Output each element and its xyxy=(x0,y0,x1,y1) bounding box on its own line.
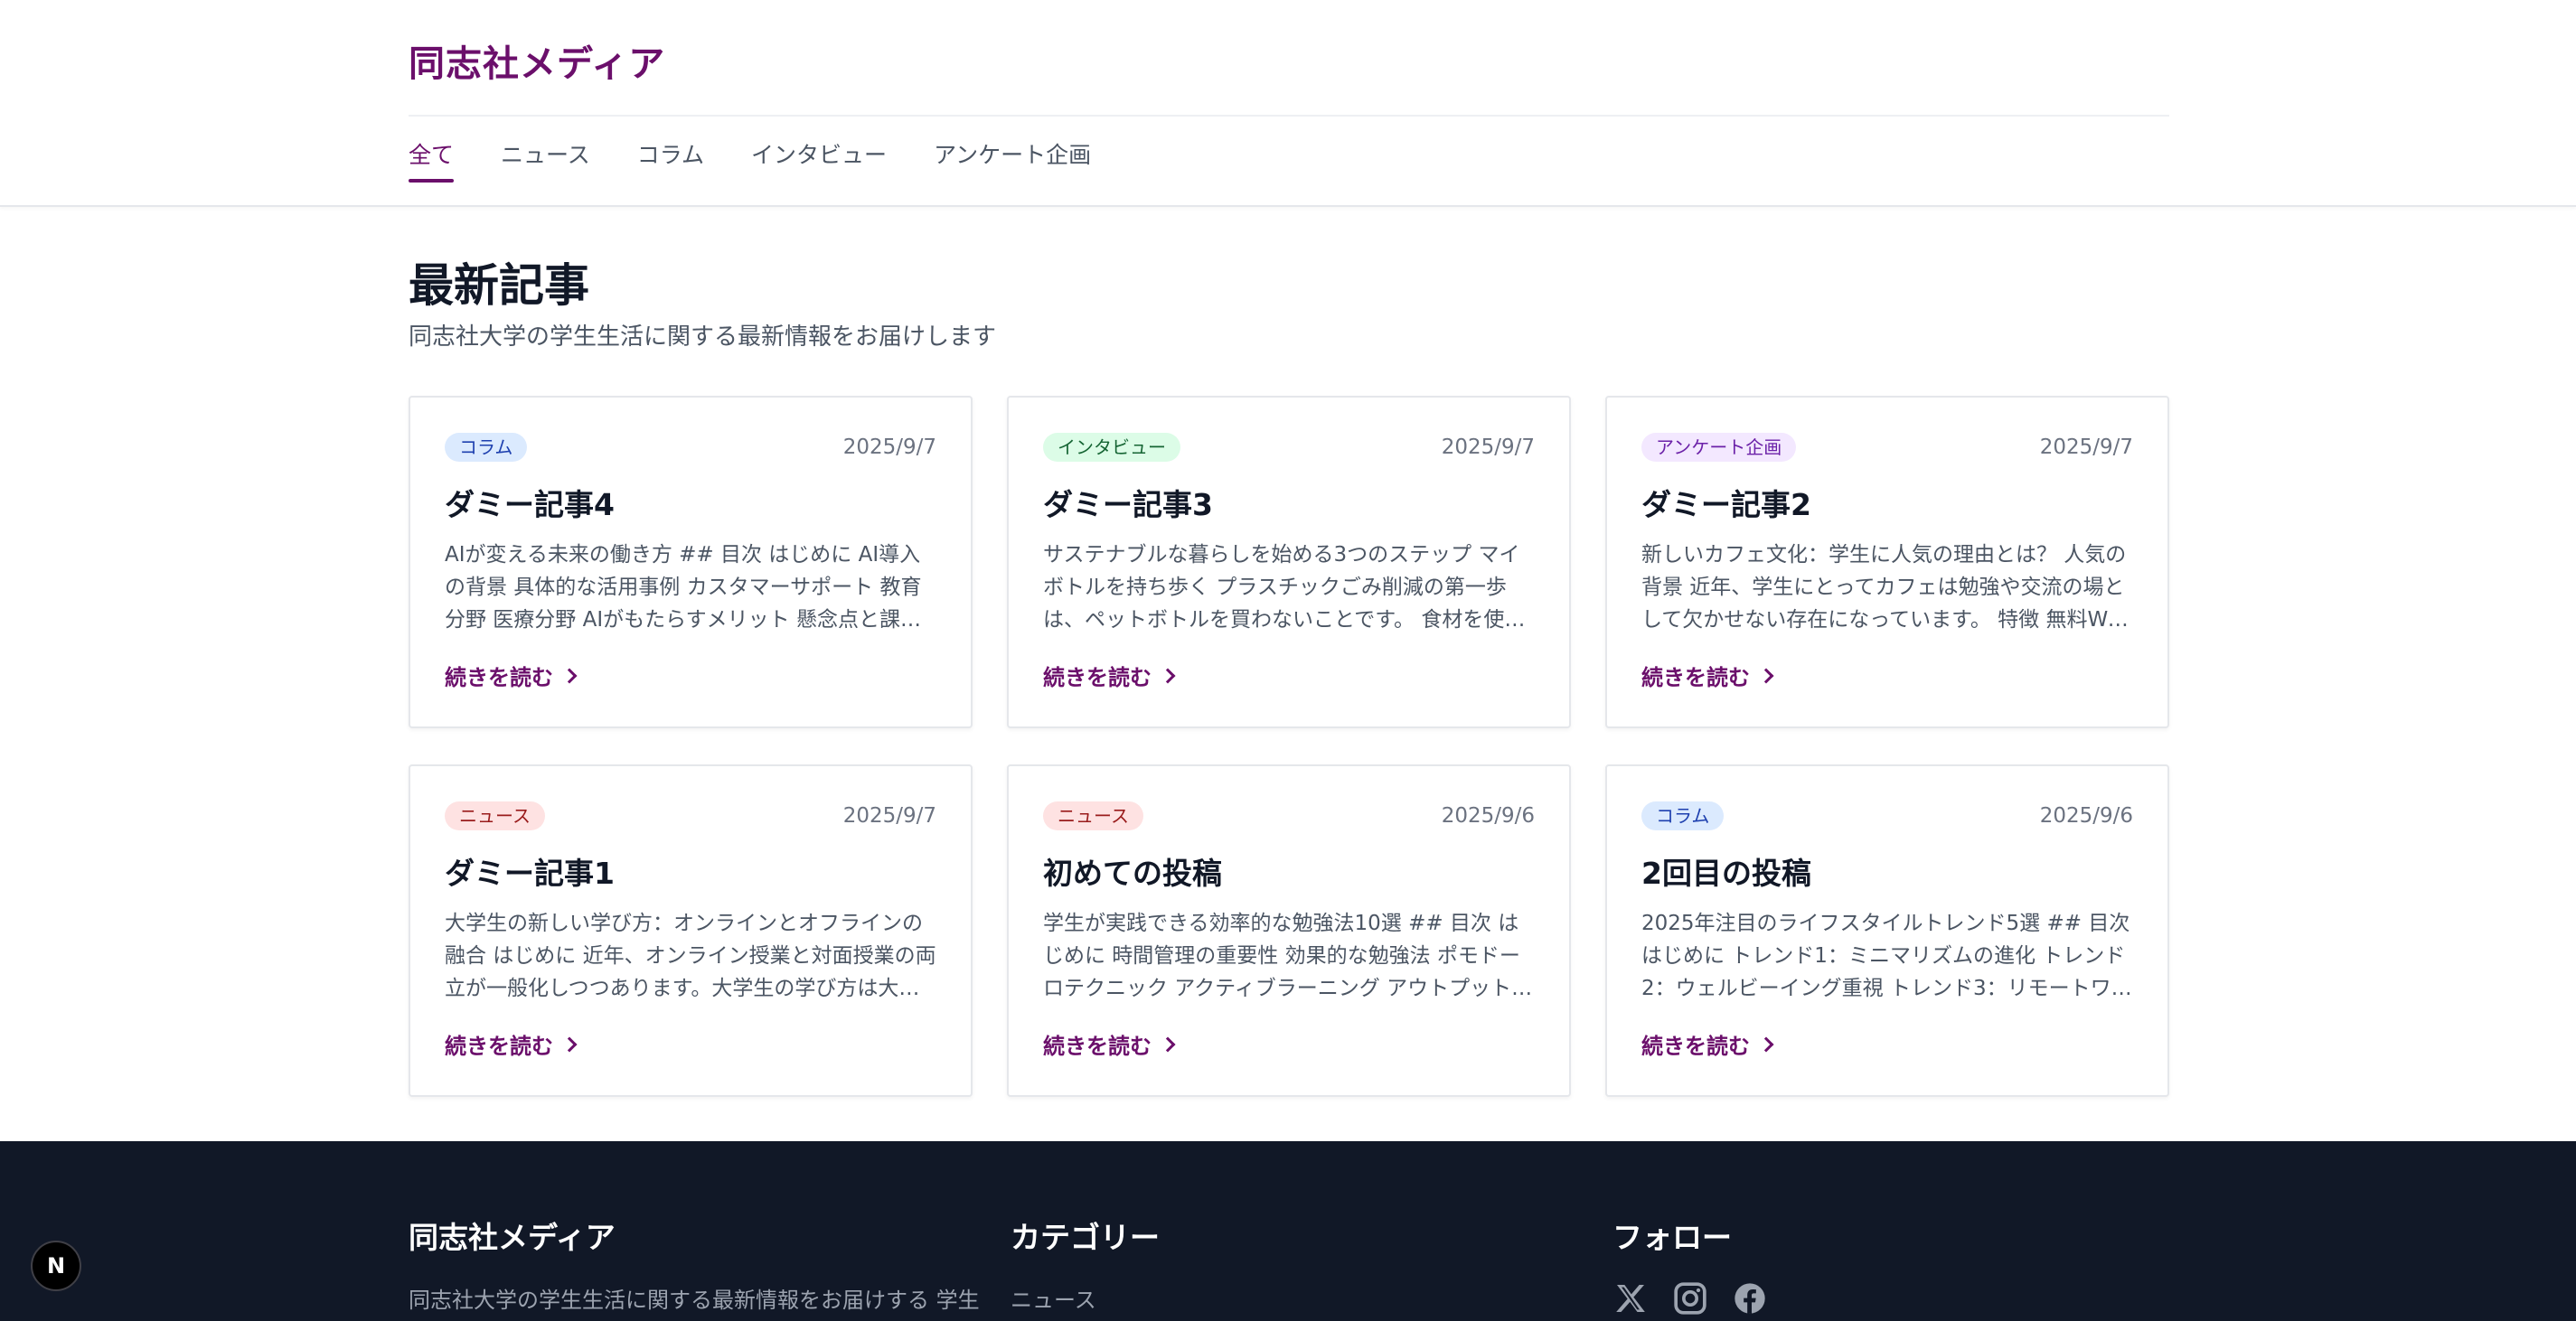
facebook-icon[interactable] xyxy=(1732,1280,1768,1316)
article-excerpt: 学生が実践できる効率的な勉強法10選 ## 目次 はじめに 時間管理の重要性 効… xyxy=(1043,912,1533,1000)
article-date: 2025/9/7 xyxy=(1441,436,1535,459)
footer-categories-title: カテゴリー xyxy=(1011,1220,1160,1255)
read-more-label: 続きを読む xyxy=(1641,665,1750,690)
read-more-link[interactable]: 続きを読む xyxy=(445,1028,578,1060)
chevron-right-icon xyxy=(1160,1036,1176,1052)
chevron-right-icon xyxy=(561,1036,578,1052)
article-excerpt: 2025年注目のライフスタイルトレンド5選 ## 目次 はじめに トレンド1：ミ… xyxy=(1641,912,2132,1000)
page-title: 最新記事 xyxy=(409,259,589,312)
footer-about: 同志社メディア 同志社大学の学生生活に関する最新情報をお届けする 学生向けメディ… xyxy=(409,1213,987,1321)
article-card[interactable]: コラム 2025/9/6 2回目の投稿 2025年注目のライフスタイルトレンド5… xyxy=(1605,764,2169,1097)
footer-brand[interactable]: 同志社メディア xyxy=(409,1213,987,1257)
article-title[interactable]: 2回目の投稿 xyxy=(1641,849,2133,893)
read-more-label: 続きを読む xyxy=(1043,665,1152,690)
article-card[interactable]: ニュース 2025/9/6 初めての投稿 学生が実践できる効率的な勉強法10選 … xyxy=(1007,764,1571,1097)
article-date: 2025/9/7 xyxy=(2039,436,2133,459)
footer-categories: カテゴリー ニュース xyxy=(1011,1213,1160,1314)
nav-tab-all[interactable]: 全て xyxy=(409,136,455,183)
page: 同志社メディア 全て ニュース コラム インタビュー アンケート企画 最新記事 … xyxy=(0,0,2576,1321)
article-title[interactable]: ダミー記事4 xyxy=(445,481,936,524)
article-date: 2025/9/6 xyxy=(2039,804,2133,828)
nav-tab-interview[interactable]: インタビュー xyxy=(751,136,887,183)
article-grid: コラム 2025/9/7 ダミー記事4 AIが変える未来の働き方 ## 目次 は… xyxy=(409,396,2169,1097)
chevron-right-icon xyxy=(1160,668,1176,683)
read-more-label: 続きを読む xyxy=(445,665,553,690)
article-excerpt: サステナブルな暮らしを始める3つのステップ マイボトルを持ち歩く プラスチックご… xyxy=(1043,543,1526,632)
category-nav: 全て ニュース コラム インタビュー アンケート企画 xyxy=(409,136,1091,183)
category-badge: アンケート企画 xyxy=(1641,433,1797,462)
nav-tab-survey[interactable]: アンケート企画 xyxy=(934,136,1091,183)
article-card[interactable]: コラム 2025/9/7 ダミー記事4 AIが変える未来の働き方 ## 目次 は… xyxy=(409,396,973,728)
category-badge: ニュース xyxy=(445,801,545,830)
article-title[interactable]: ダミー記事2 xyxy=(1641,481,2133,524)
nav-tab-column[interactable]: コラム xyxy=(637,136,704,183)
article-excerpt: 新しいカフェ文化：学生に人気の理由とは？ 人気の背景 近年、学生にとってカフェは… xyxy=(1641,543,2127,632)
article-card[interactable]: インタビュー 2025/9/7 ダミー記事3 サステナブルな暮らしを始める3つの… xyxy=(1007,396,1571,728)
category-badge: コラム xyxy=(1641,801,1725,830)
article-date: 2025/9/7 xyxy=(842,804,936,828)
site-footer: 同志社メディア 同志社大学の学生生活に関する最新情報をお届けする 学生向けメディ… xyxy=(0,1141,2576,1321)
chevron-right-icon xyxy=(1758,1036,1774,1052)
read-more-link[interactable]: 続きを読む xyxy=(445,660,578,691)
read-more-label: 続きを読む xyxy=(1641,1034,1750,1059)
article-title[interactable]: ダミー記事1 xyxy=(445,849,936,893)
chevron-right-icon xyxy=(1758,668,1774,683)
chevron-right-icon xyxy=(561,668,578,683)
read-more-link[interactable]: 続きを読む xyxy=(1043,660,1176,691)
nav-tab-news[interactable]: ニュース xyxy=(501,136,590,183)
article-date: 2025/9/7 xyxy=(842,436,936,459)
article-card[interactable]: アンケート企画 2025/9/7 ダミー記事2 新しいカフェ文化：学生に人気の理… xyxy=(1605,396,2169,728)
category-badge: コラム xyxy=(445,433,528,462)
footer-follow-title: フォロー xyxy=(1612,1220,1732,1255)
read-more-link[interactable]: 続きを読む xyxy=(1043,1028,1176,1060)
category-badge: インタビュー xyxy=(1043,433,1180,462)
read-more-link[interactable]: 続きを読む xyxy=(1641,1028,1774,1060)
page-subtitle: 同志社大学の学生生活に関する最新情報をお届けします xyxy=(409,323,997,351)
header-divider xyxy=(409,115,2169,117)
article-excerpt: 大学生の新しい学び方：オンラインとオフラインの融合 はじめに 近年、オンライン授… xyxy=(445,912,936,1000)
social-links xyxy=(1612,1280,1768,1316)
article-title[interactable]: ダミー記事3 xyxy=(1043,481,1535,524)
read-more-label: 続きを読む xyxy=(1043,1034,1152,1059)
read-more-label: 続きを読む xyxy=(445,1034,553,1059)
instagram-icon[interactable] xyxy=(1672,1280,1708,1316)
article-date: 2025/9/6 xyxy=(1441,804,1535,828)
article-card[interactable]: ニュース 2025/9/7 ダミー記事1 大学生の新しい学び方：オンラインとオフ… xyxy=(409,764,973,1097)
footer-follow: フォロー xyxy=(1612,1213,1768,1316)
dev-tools-badge[interactable]: N xyxy=(31,1241,81,1291)
read-more-link[interactable]: 続きを読む xyxy=(1641,660,1774,691)
site-header: 同志社メディア 全て ニュース コラム インタビュー アンケート企画 xyxy=(0,0,2576,207)
site-logo[interactable]: 同志社メディア xyxy=(409,34,665,87)
category-badge: ニュース xyxy=(1043,801,1143,830)
article-title[interactable]: 初めての投稿 xyxy=(1043,849,1535,893)
footer-description: 同志社大学の学生生活に関する最新情報をお届けする 学生向けメディアです。 xyxy=(409,1288,980,1313)
footer-link-news[interactable]: ニュース xyxy=(1011,1282,1160,1314)
x-icon[interactable] xyxy=(1612,1280,1649,1316)
article-excerpt: AIが変える未来の働き方 ## 目次 はじめに AI導入の背景 具体的な活用事例… xyxy=(445,543,922,632)
